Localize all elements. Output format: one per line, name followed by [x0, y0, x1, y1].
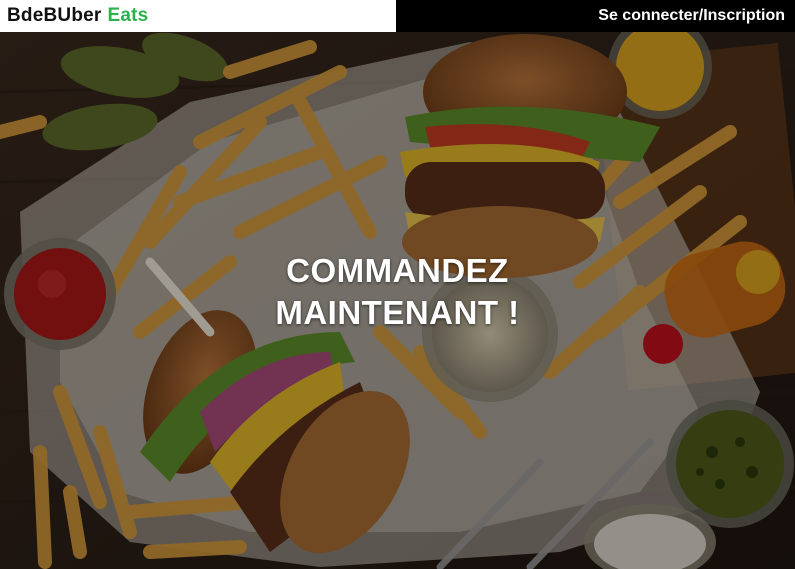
brand-container: BdeBUber Eats	[0, 0, 396, 32]
top-navbar: BdeBUber Eats Se connecter/Inscription	[0, 0, 795, 32]
login-signup-link[interactable]: Se connecter/Inscription	[598, 0, 785, 32]
brand-name: BdeBUber	[7, 5, 102, 26]
hero-title: COMMANDEZ MAINTENANT !	[0, 250, 795, 334]
page: BdeBUber Eats Se connecter/Inscription C…	[0, 0, 795, 569]
hero-title-line1: COMMANDEZ	[286, 252, 509, 289]
brand-eats: Eats	[107, 5, 149, 26]
hero-banner[interactable]: COMMANDEZ MAINTENANT !	[0, 32, 795, 569]
hero-title-line2: MAINTENANT !	[275, 294, 520, 331]
brand-logo[interactable]: BdeBUber Eats	[7, 5, 148, 27]
